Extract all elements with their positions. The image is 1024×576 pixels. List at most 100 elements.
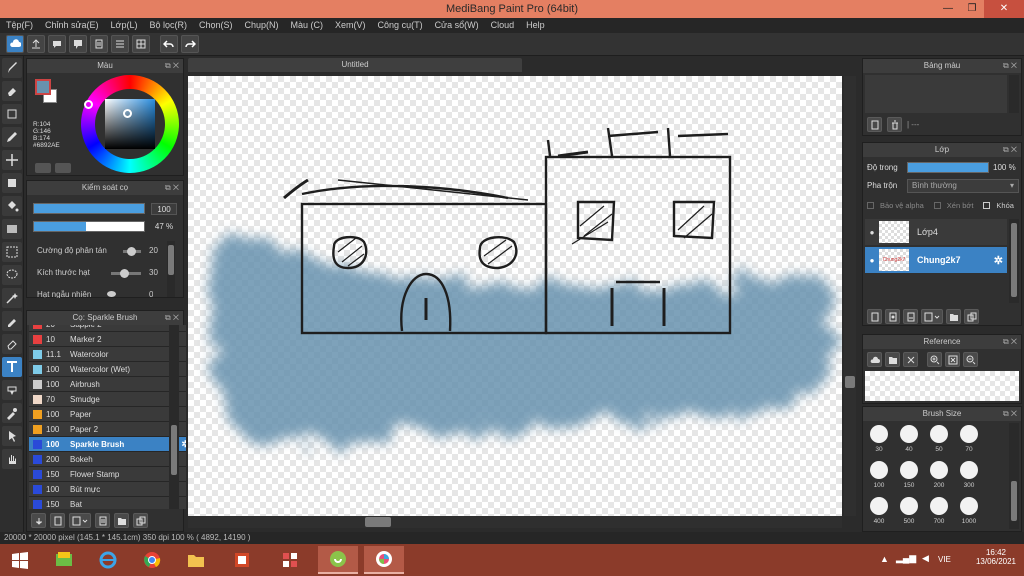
- color-option-button-2[interactable]: [55, 163, 71, 173]
- comment-button[interactable]: [48, 35, 66, 53]
- eyedropper-tool[interactable]: [2, 403, 22, 423]
- brush-add-button[interactable]: [31, 513, 46, 528]
- menu-select[interactable]: Chọn(S): [199, 18, 233, 33]
- fill-rect-tool[interactable]: [2, 173, 22, 193]
- upload-button[interactable]: [27, 35, 45, 53]
- panel-controls[interactable]: ⧉ ✕: [165, 311, 179, 325]
- gear-icon[interactable]: ✲: [994, 254, 1003, 267]
- brush-settings-button[interactable]: [95, 513, 110, 528]
- document-tab[interactable]: Untitled: [188, 58, 522, 72]
- brush-size-preset[interactable]: 300: [955, 461, 983, 489]
- random-particle-slider[interactable]: [107, 291, 116, 297]
- menu-tools[interactable]: Công cụ(T): [378, 18, 423, 33]
- brush-size-preset[interactable]: 500: [895, 497, 923, 525]
- brush-copy-button[interactable]: [133, 513, 148, 528]
- new-1bit-layer-button[interactable]: [903, 309, 918, 324]
- restore-button[interactable]: ❐: [960, 0, 984, 18]
- taskbar-app-1[interactable]: [44, 546, 84, 574]
- canvas-horizontal-scrollbar[interactable]: [188, 516, 842, 528]
- lock-checkbox[interactable]: [983, 202, 991, 209]
- taskbar-ie[interactable]: [88, 546, 128, 574]
- select-pen-tool[interactable]: [2, 311, 22, 331]
- panel-controls[interactable]: ⧉ ✕: [1003, 407, 1017, 421]
- brush-size-preset[interactable]: 700: [925, 497, 953, 525]
- reference-viewer[interactable]: [865, 371, 1019, 401]
- lasso-tool[interactable]: [2, 265, 22, 285]
- shape-tool[interactable]: [2, 104, 22, 124]
- brush-folder-button[interactable]: [114, 513, 129, 528]
- brush-tool[interactable]: [2, 58, 22, 78]
- menu-filter[interactable]: Bộ lọc(R): [149, 18, 187, 33]
- select-eraser-tool[interactable]: [2, 334, 22, 354]
- brush-type-button[interactable]: [69, 513, 91, 528]
- panel-controls[interactable]: ⧉ ✕: [1003, 143, 1017, 157]
- eye-icon[interactable]: ●: [865, 228, 879, 237]
- color-option-button-1[interactable]: [35, 163, 51, 173]
- reference-zoom-in-button[interactable]: [927, 352, 942, 367]
- brush-size-preset[interactable]: 200: [925, 461, 953, 489]
- menu-file[interactable]: Tệp(F): [6, 18, 33, 33]
- gradient-tool[interactable]: [2, 219, 22, 239]
- menu-layer[interactable]: Lớp(L): [111, 18, 138, 33]
- reference-zoom-out-button[interactable]: [963, 352, 978, 367]
- menu-view[interactable]: Xem(V): [335, 18, 366, 33]
- protect-alpha-checkbox[interactable]: [867, 202, 874, 209]
- brush-size-preset[interactable]: 70: [955, 425, 983, 453]
- close-button[interactable]: ✕: [984, 0, 1024, 18]
- panel-controls[interactable]: ⧉ ✕: [1003, 59, 1017, 73]
- scatter-slider[interactable]: [126, 247, 136, 256]
- eye-icon[interactable]: ●: [865, 256, 879, 265]
- eraser-tool[interactable]: [2, 81, 22, 101]
- color-wheel[interactable]: [81, 75, 179, 173]
- network-icon[interactable]: ▂▄▆: [896, 553, 916, 564]
- layer-duplicate-button[interactable]: [964, 309, 979, 324]
- brush-size-preset[interactable]: 40: [895, 425, 923, 453]
- drawing-canvas[interactable]: [188, 76, 842, 516]
- move-tool[interactable]: [2, 150, 22, 170]
- brush-size-preset[interactable]: 150: [895, 461, 923, 489]
- canvas-vertical-scrollbar[interactable]: [844, 76, 856, 516]
- brush-size-preset[interactable]: 30: [865, 425, 893, 453]
- new-layer-button[interactable]: [867, 309, 882, 324]
- divide-tool[interactable]: [2, 380, 22, 400]
- brush-size-slider[interactable]: [33, 203, 145, 214]
- color-picker-handle[interactable]: [123, 109, 132, 118]
- list-button[interactable]: [111, 35, 129, 53]
- brush-size-value[interactable]: 100: [151, 203, 177, 215]
- brush-size-scrollbar[interactable]: [1009, 423, 1019, 529]
- brush-list-scrollbar[interactable]: [169, 325, 179, 509]
- panel-controls[interactable]: ⧉ ✕: [165, 59, 179, 73]
- hue-picker-handle[interactable]: [84, 100, 93, 109]
- tray-chevron-up-icon[interactable]: ▲: [880, 554, 889, 564]
- layer-row-2[interactable]: ● Chung2k7 Chung2k7 ✲: [865, 247, 1007, 273]
- clipping-checkbox[interactable]: [933, 202, 941, 209]
- minimize-button[interactable]: —: [936, 0, 960, 18]
- menu-snap[interactable]: Chụp(N): [245, 18, 279, 33]
- palette-delete-button[interactable]: [887, 117, 902, 132]
- taskbar-medibang[interactable]: [364, 546, 404, 574]
- hand-tool[interactable]: [2, 449, 22, 469]
- undo-button[interactable]: [160, 35, 178, 53]
- volume-icon[interactable]: ◀: [922, 553, 929, 564]
- panel-controls[interactable]: ⧉ ✕: [165, 181, 179, 195]
- magic-wand-tool[interactable]: [2, 288, 22, 308]
- palette-new-button[interactable]: [867, 117, 882, 132]
- start-button[interactable]: [0, 546, 40, 574]
- layer-folder-button[interactable]: [946, 309, 961, 324]
- bucket-tool[interactable]: [2, 196, 22, 216]
- menu-help[interactable]: Help: [526, 18, 545, 33]
- blend-mode-select[interactable]: Bình thường ▾: [907, 179, 1019, 193]
- palette-swatches[interactable]: [865, 75, 1007, 113]
- palette-scrollbar[interactable]: [1009, 75, 1019, 113]
- taskbar-app-3[interactable]: [318, 546, 358, 574]
- reference-close-button[interactable]: [903, 352, 918, 367]
- new-halftone-layer-button[interactable]: [885, 309, 900, 324]
- layer-scrollbar[interactable]: [1009, 219, 1019, 303]
- menu-cloud[interactable]: Cloud: [491, 18, 515, 33]
- particle-size-slider[interactable]: [120, 269, 129, 278]
- saturation-value-square[interactable]: [105, 99, 155, 149]
- taskbar-explorer[interactable]: [176, 546, 216, 574]
- brush-opacity-slider[interactable]: [33, 221, 145, 232]
- layer-row-1[interactable]: ● Lớp4: [865, 219, 1007, 245]
- language-indicator[interactable]: VIE: [938, 555, 951, 564]
